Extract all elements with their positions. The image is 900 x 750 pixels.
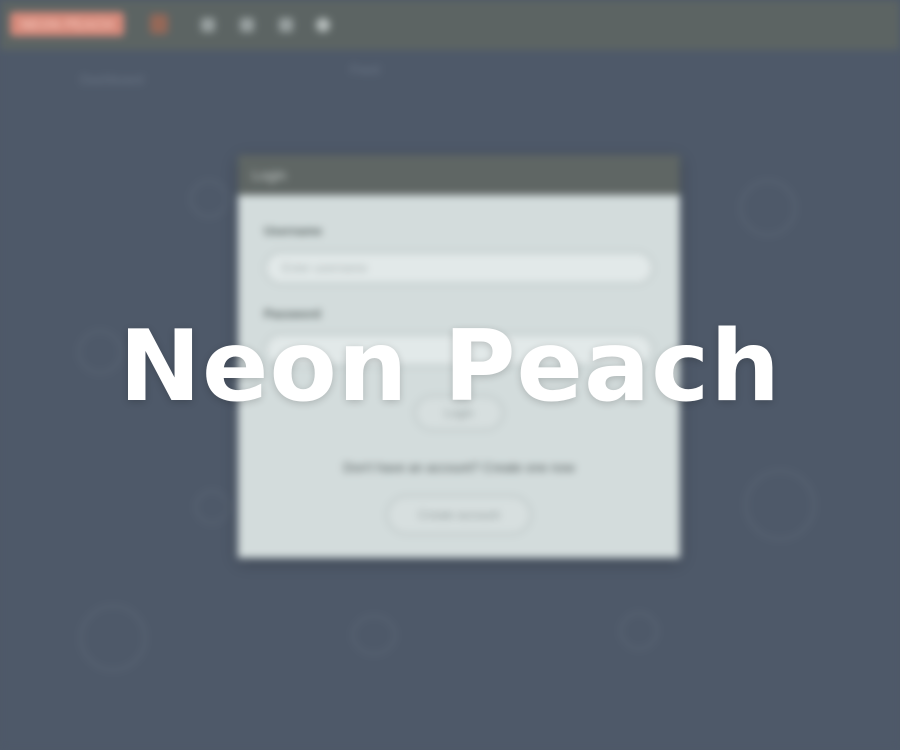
username-input[interactable]: Enter username: [264, 251, 654, 285]
background-card-icon: [80, 605, 146, 671]
background-card-icon: [190, 180, 228, 218]
home-icon[interactable]: [201, 18, 215, 32]
flag-icon[interactable]: [150, 14, 168, 34]
top-toolbar: NEON PEACH: [0, 0, 900, 50]
background-card-icon: [740, 180, 796, 236]
nav-label-dashboard: Dashboard: [80, 72, 144, 87]
create-account-button[interactable]: Create account: [386, 495, 532, 535]
overlay-title: Neon Peach: [119, 310, 781, 424]
background-card-icon: [620, 612, 658, 650]
background-card-icon: [352, 615, 396, 655]
brand-logo[interactable]: NEON PEACH: [10, 12, 124, 36]
dialog-title: Login: [238, 155, 680, 195]
background-card-icon: [195, 490, 229, 524]
signup-prompt: Don't have an account? Create one now: [343, 460, 575, 475]
background-card-icon: [745, 470, 815, 540]
username-label: Username: [264, 224, 323, 238]
settings-icon[interactable]: [240, 18, 254, 32]
user-icon[interactable]: [316, 18, 330, 32]
search-icon[interactable]: [279, 18, 293, 32]
nav-label-feed: Feed: [350, 62, 380, 77]
